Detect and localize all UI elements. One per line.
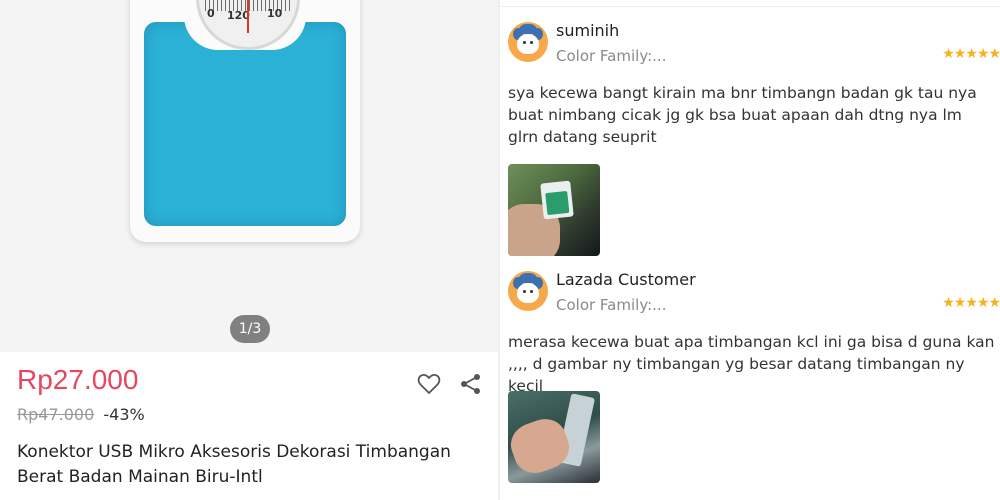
share-icon[interactable]: [458, 371, 484, 397]
product-panel: 0 120 10 1/3 Rp27.000 Rp47.000 -43% Kone…: [0, 0, 498, 500]
review-photo[interactable]: [508, 164, 600, 256]
heart-icon[interactable]: [416, 371, 442, 397]
image-page-indicator: 1/3: [230, 315, 270, 343]
review-photo[interactable]: [508, 391, 600, 483]
product-image: 0 120 10: [130, 0, 360, 242]
reviewer-name: Lazada Customer: [556, 270, 696, 289]
avatar: [508, 22, 548, 62]
price-details: Rp47.000 -43%: [17, 405, 145, 424]
reviews-panel: suminih Color Family:... ★★★★★ sya kecew…: [500, 0, 1000, 500]
dial-number: 0: [207, 7, 215, 20]
avatar: [508, 271, 548, 311]
star-rating: ★★★★★: [942, 46, 1000, 62]
discount-badge: -43%: [103, 405, 145, 424]
reviewer-name: suminih: [556, 21, 620, 40]
review-text: sya kecewa bangt kirain ma bnr timbangn …: [508, 84, 977, 146]
product-title: Konektor USB Mikro Aksesoris Dekorasi Ti…: [17, 442, 451, 487]
original-price: Rp47.000: [17, 405, 95, 424]
scale-pad: [144, 16, 346, 226]
star-rating: ★★★★★: [942, 295, 1000, 311]
product-image-gallery[interactable]: 0 120 10 1/3: [0, 0, 498, 352]
review-variant: Color Family:...: [556, 296, 667, 314]
current-price: Rp27.000: [17, 364, 139, 395]
dial-number: 10: [267, 7, 283, 20]
dial-needle: [247, 0, 249, 33]
review-variant: Color Family:...: [556, 47, 667, 65]
review-text: merasa kecewa buat apa timbangan kcl ini…: [508, 333, 995, 395]
